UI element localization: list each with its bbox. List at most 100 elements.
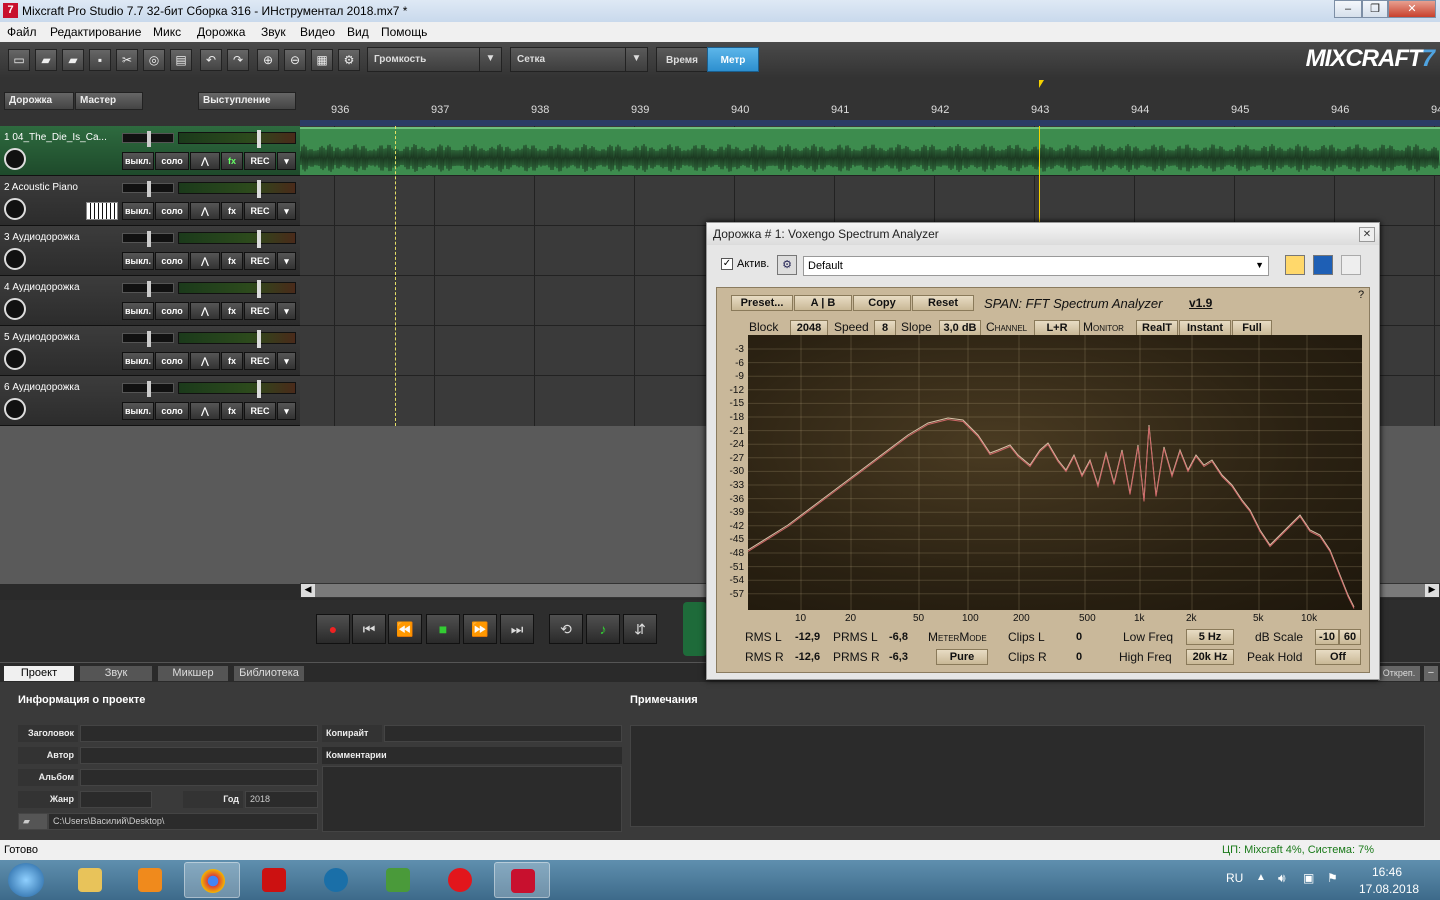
preset-select[interactable]: Default ▼ (803, 256, 1269, 276)
solo-button[interactable]: соло (155, 402, 189, 420)
track-name[interactable]: 5 Аудиодорожка (4, 332, 80, 343)
menu-file[interactable]: Файл (7, 25, 37, 39)
media-player-taskbar-icon[interactable] (122, 862, 178, 898)
rec-button[interactable]: REC (244, 202, 276, 220)
open-recent-icon[interactable]: ▰ (62, 49, 84, 71)
track-menu-chevron-icon[interactable]: ▾ (277, 202, 296, 220)
play-stop-icon[interactable]: ■ (426, 614, 460, 644)
plugin-settings-icon[interactable]: ⚙ (777, 255, 797, 275)
mute-button[interactable]: выкл. (122, 202, 154, 220)
span-preset-button[interactable]: Preset... (731, 295, 793, 311)
playhead-marker-icon[interactable] (1039, 80, 1049, 88)
volume-slider[interactable] (178, 130, 296, 148)
game-taskbar-icon[interactable] (370, 862, 426, 898)
copyright-field[interactable] (384, 725, 622, 742)
close-button[interactable]: ✕ (1388, 0, 1436, 18)
automation-icon[interactable]: ⋀ (190, 152, 220, 170)
clock-date[interactable]: 17.08.2018 (1359, 882, 1419, 896)
volume-dropdown[interactable]: Громкость ▼ (367, 47, 502, 72)
track-name[interactable]: 3 Аудиодорожка (4, 232, 80, 243)
span-reset-button[interactable]: Reset (912, 295, 974, 311)
keyboard-icon[interactable]: ▦ (311, 49, 333, 71)
monitor-select[interactable]: RealT (1136, 320, 1178, 336)
grid-dropdown[interactable]: Сетка ▼ (510, 47, 648, 72)
audio-app-taskbar-icon[interactable] (308, 862, 364, 898)
automation-icon[interactable]: ⋀ (190, 402, 220, 420)
open-folder-icon[interactable]: ▰ (35, 49, 57, 71)
fx-button[interactable]: fx (221, 202, 243, 220)
db-scale-min[interactable]: -10 (1315, 629, 1339, 645)
mixcraft-taskbar-icon[interactable] (494, 862, 550, 898)
volume-handle[interactable] (257, 130, 261, 148)
settings-gear-icon[interactable]: ⚙ (338, 49, 360, 71)
track-menu-chevron-icon[interactable]: ▾ (277, 302, 296, 320)
album-field[interactable] (80, 769, 318, 786)
explorer-taskbar-icon[interactable] (62, 862, 118, 898)
start-button[interactable] (8, 863, 44, 897)
fx-button[interactable]: fx (221, 352, 243, 370)
menu-track[interactable]: Дорожка (197, 25, 245, 39)
master-button[interactable]: Мастер (75, 92, 143, 110)
tray-arrow-icon[interactable]: ▲ (1256, 872, 1266, 883)
fx-button[interactable]: fx (221, 402, 243, 420)
record-icon[interactable]: ● (316, 614, 350, 644)
volume-handle[interactable] (257, 230, 261, 248)
pan-handle[interactable] (147, 131, 151, 147)
instant-button[interactable]: Instant (1179, 320, 1231, 336)
tab-sound[interactable]: Звук (80, 666, 152, 681)
new-file-icon[interactable]: ▭ (8, 49, 30, 71)
network-icon[interactable]: ▣ (1303, 871, 1314, 885)
tracks-button[interactable]: Дорожка (4, 92, 74, 110)
fx-button[interactable]: fx (221, 302, 243, 320)
automation-icon[interactable]: ⋀ (190, 252, 220, 270)
volume-handle[interactable] (257, 280, 261, 298)
go-to-start-icon[interactable]: ⏮ (352, 614, 386, 644)
opera-taskbar-icon[interactable] (432, 862, 488, 898)
maximize-button[interactable]: ❐ (1362, 0, 1388, 18)
db-scale-range[interactable]: 60 (1339, 629, 1361, 645)
zoom-out-icon[interactable]: ⊖ (284, 49, 306, 71)
pan-handle[interactable] (147, 231, 151, 247)
pan-slider[interactable] (122, 231, 174, 247)
load-preset-icon[interactable] (1285, 255, 1305, 275)
zoom-in-icon[interactable]: ⊕ (257, 49, 279, 71)
pan-slider[interactable] (122, 181, 174, 197)
track-header[interactable]: 1 04_The_Die_Is_Ca... выкл. соло ⋀ fx REC ▾ (0, 126, 300, 176)
track-header[interactable]: 6 Аудиодорожка выкл. соло ⋀ fx REC ▾ (0, 376, 300, 426)
punch-icon[interactable]: ⇵ (623, 614, 657, 644)
minimize-button[interactable]: ‒ (1334, 0, 1362, 18)
pan-handle[interactable] (147, 331, 151, 347)
mixdown-icon[interactable]: ▤ (170, 49, 192, 71)
mute-button[interactable]: выкл. (122, 402, 154, 420)
menu-mix[interactable]: Микс (153, 25, 181, 39)
solo-button[interactable]: соло (155, 252, 189, 270)
fx-button[interactable]: fx (221, 252, 243, 270)
pan-slider[interactable] (122, 381, 174, 397)
language-indicator[interactable]: RU (1226, 871, 1243, 885)
pan-slider[interactable] (122, 331, 174, 347)
fx-button[interactable]: fx (221, 152, 243, 170)
collapse-icon[interactable]: − (1424, 666, 1438, 681)
volume-handle[interactable] (257, 180, 261, 198)
meter-mode-button[interactable]: Метр (707, 47, 759, 72)
redo-icon[interactable]: ↷ (227, 49, 249, 71)
menu-sound[interactable]: Звук (261, 25, 286, 39)
menu-video[interactable]: Видео (300, 25, 335, 39)
track-menu-chevron-icon[interactable]: ▾ (277, 152, 296, 170)
low-freq-select[interactable]: 5 Hz (1186, 629, 1234, 645)
menu-edit[interactable]: Редактирование (50, 25, 141, 39)
volume-icon[interactable]: 🔊︎ (1278, 871, 1286, 886)
span-ab-button[interactable]: A | B (794, 295, 852, 311)
volume-slider[interactable] (178, 230, 296, 248)
rec-button[interactable]: REC (244, 352, 276, 370)
folder-icon[interactable]: ▰ (18, 813, 48, 830)
volume-handle[interactable] (257, 380, 261, 398)
mute-button[interactable]: выкл. (122, 352, 154, 370)
tab-project[interactable]: Проект (4, 666, 74, 681)
track-menu-chevron-icon[interactable]: ▾ (277, 352, 296, 370)
high-freq-select[interactable]: 20k Hz (1186, 649, 1234, 665)
speed-select[interactable]: 8 (874, 320, 896, 336)
title-field[interactable] (80, 725, 318, 742)
go-to-end-icon[interactable]: ⏭ (500, 614, 534, 644)
track-header[interactable]: 2 Acoustic Piano выкл. соло ⋀ fx REC ▾ (0, 176, 300, 226)
